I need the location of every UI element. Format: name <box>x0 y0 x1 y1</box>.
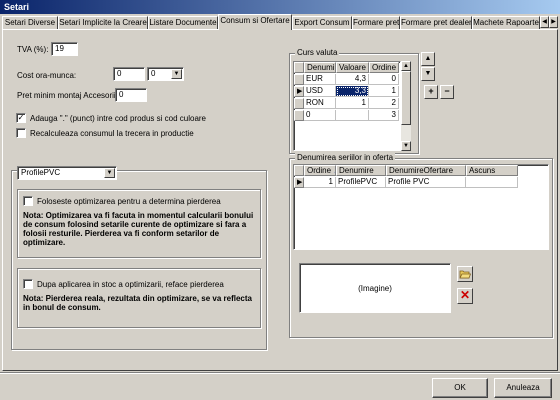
col-header-ascuns[interactable]: Ascuns <box>466 165 518 176</box>
grid-corner <box>294 165 304 176</box>
profile-combo-value: ProfilePVC <box>21 168 61 177</box>
recalculeaza-checkbox[interactable] <box>16 128 26 138</box>
table-cell[interactable]: 1 <box>369 86 399 97</box>
table-cell[interactable]: USD <box>304 86 336 97</box>
curs-scrollbar[interactable]: ▲ ▼ <box>401 61 411 151</box>
pret-label: Pret minim montaj Accesorii: <box>17 91 118 100</box>
scroll-down-icon[interactable]: ▼ <box>401 141 411 151</box>
arrow-down-icon[interactable]: ▼ <box>421 67 435 81</box>
table-cell[interactable]: EUR <box>304 74 336 85</box>
reface-label: Dupa aplicarea in stoc a optimizarii, re… <box>37 280 224 289</box>
table-cell[interactable]: RON <box>304 98 336 109</box>
tab-machete-rapoarte[interactable]: Machete Rapoarte <box>472 16 540 30</box>
tab-scroll-left-icon[interactable]: ◀ <box>540 16 549 28</box>
col-header-denumire-ofertare[interactable]: DenumireOfertare <box>386 165 466 176</box>
delete-x-icon[interactable]: ✕ <box>457 288 473 304</box>
serii-title: Denumirea seriilor in oferta <box>295 153 396 162</box>
window-title: Setari <box>0 0 560 14</box>
table-cell[interactable]: 3 <box>369 110 399 121</box>
col-header-denumire[interactable]: Denumire <box>304 62 336 73</box>
adauga-checkbox[interactable]: ✓ <box>16 113 26 123</box>
serii-grid[interactable]: Ordine ↓ Denumire DenumireOfertare Ascun… <box>293 164 549 250</box>
arrow-up-icon[interactable]: ▲ <box>421 52 435 66</box>
cancel-button[interactable]: Anuleaza <box>494 378 552 398</box>
adauga-label: Adauga "." (punct) intre cod produs si c… <box>30 114 206 123</box>
recalculeaza-label: Recalculeaza consumul la trecera in prod… <box>30 129 194 138</box>
tab-formare-pret-dealer[interactable]: Formare pret dealer <box>400 16 472 30</box>
optimizare-label: Foloseste optimizarea pentru a determina… <box>37 197 221 206</box>
folder-open-icon[interactable] <box>457 266 473 282</box>
table-cell[interactable]: 1 <box>336 98 369 109</box>
col-header-ordine-label: Ordine <box>307 166 332 175</box>
tab-strip: Setari Diverse Setari Implicite la Crear… <box>2 14 558 30</box>
current-row-icon: ▶ <box>294 86 304 97</box>
row-indicator <box>294 98 304 109</box>
tab-setari-implicite[interactable]: Setari Implicite la Creare <box>58 16 148 30</box>
table-cell[interactable]: 4,3 <box>336 74 369 85</box>
tab-formare-pret[interactable]: Formare pret <box>352 16 400 30</box>
grid-corner <box>294 62 304 73</box>
tab-scroll-arrows: ◀ ▶ <box>540 16 558 28</box>
tab-export-consum[interactable]: Export Consum <box>292 16 352 30</box>
cost-label: Cost ora-munca: <box>17 71 77 80</box>
table-cell[interactable]: 0 <box>369 74 399 85</box>
col-header-valoare[interactable]: Valoare <box>336 62 369 73</box>
footer-separator <box>0 372 560 374</box>
row-indicator <box>294 110 304 121</box>
table-cell[interactable]: 2 <box>369 98 399 109</box>
table-cell[interactable] <box>336 110 369 121</box>
table-cell[interactable]: ProfilePVC <box>336 177 386 188</box>
col-header-ordine[interactable]: Ordine <box>369 62 399 73</box>
chevron-down-icon[interactable]: ▼ <box>104 168 115 178</box>
pret-input[interactable]: 0 <box>115 88 147 102</box>
current-row-icon: ▶ <box>294 177 304 188</box>
tab-scroll-right-icon[interactable]: ▶ <box>549 16 558 28</box>
cost-input[interactable]: 0 <box>113 67 145 81</box>
reface-checkbox[interactable] <box>23 279 33 289</box>
optimizare-checkbox[interactable] <box>23 196 33 206</box>
table-cell-selected[interactable]: 3,3 <box>336 86 369 97</box>
scroll-thumb[interactable] <box>401 71 411 125</box>
cost-currency-combo[interactable]: 0 ▼ <box>147 67 184 81</box>
row-indicator <box>294 74 304 85</box>
remove-currency-button[interactable]: − <box>440 85 454 99</box>
curs-title: Curs valuta <box>295 48 340 57</box>
curs-grid[interactable]: Denumire Valoare Ordine EUR 4,3 0 ▶ USD … <box>293 61 401 151</box>
series-image-box[interactable]: (Imagine) <box>299 263 451 313</box>
tab-listare-documente[interactable]: Listare Documente <box>148 16 218 30</box>
chevron-down-icon[interactable]: ▼ <box>171 69 182 79</box>
col-header-denumire[interactable]: Denumire <box>336 165 386 176</box>
optimizare-note: Nota: Optimizarea va fi facuta in moment… <box>23 211 254 247</box>
add-currency-button[interactable]: + <box>424 85 438 99</box>
tab-consum-ofertare[interactable]: Consum si Ofertare <box>218 14 292 30</box>
image-placeholder-text: (Imagine) <box>358 283 392 293</box>
reface-note: Nota: Pierderea reala, rezultata din opt… <box>23 294 252 312</box>
tva-input[interactable]: 19 <box>51 42 78 56</box>
ok-button[interactable]: OK <box>432 378 488 398</box>
tva-label: TVA (%): <box>17 45 49 54</box>
profile-combo[interactable]: ProfilePVC ▼ <box>17 166 117 180</box>
table-cell[interactable]: 1 <box>304 177 336 188</box>
table-cell[interactable]: Profile PVC <box>386 177 466 188</box>
table-cell[interactable] <box>466 177 518 188</box>
scroll-up-icon[interactable]: ▲ <box>401 61 411 71</box>
table-cell[interactable]: 0 <box>304 110 336 121</box>
tab-setari-diverse[interactable]: Setari Diverse <box>2 16 58 30</box>
cost-combo-value: 0 <box>151 69 156 78</box>
tab-panel: TVA (%): 19 Cost ora-munca: 0 0 ▼ Pret m… <box>2 29 558 371</box>
col-header-ordine[interactable]: Ordine ↓ <box>304 165 336 176</box>
